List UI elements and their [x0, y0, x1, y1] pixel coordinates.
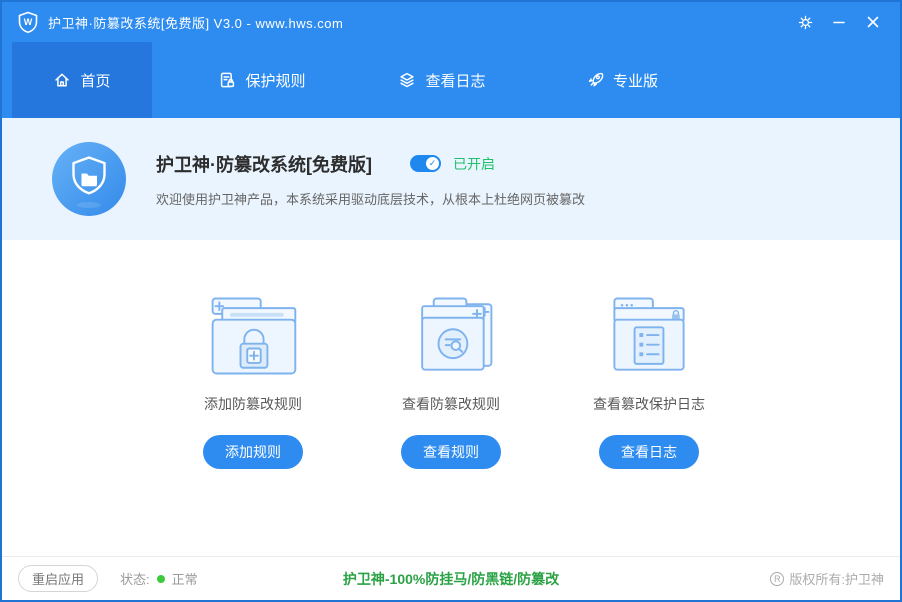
add-rule-button[interactable]: 添加规则	[203, 435, 303, 469]
doc-lock-icon	[218, 71, 236, 89]
restart-app-button[interactable]: 重启应用	[18, 565, 98, 592]
title-bar: W 护卫神·防篡改系统[免费版] V3.0 - www.hws.com	[2, 2, 900, 42]
main-nav: 首页 保护规则 查看日志 专业版	[2, 42, 900, 118]
hero-subtitle: 欢迎使用护卫神产品，本系统采用驱动底层技术，从根本上杜绝网页被篡改	[156, 189, 585, 208]
tab-view-logs[interactable]: 查看日志	[372, 42, 512, 118]
folder-add-lock-icon	[203, 290, 303, 382]
card-add-rule: 添加防篡改规则 添加规则	[173, 290, 333, 556]
copyright: R 版权所有:护卫神	[770, 569, 884, 588]
tab-home[interactable]: 首页	[12, 42, 152, 118]
main-content: 添加防篡改规则 添加规则	[2, 240, 900, 556]
status-indicator: 状态: 正常	[120, 569, 198, 588]
status-dot-icon	[157, 575, 165, 583]
toggle-state-label: 已开启	[453, 154, 495, 174]
card-view-rules-label: 查看防篡改规则	[402, 394, 500, 414]
status-bar: 重启应用 状态: 正常 护卫神-100%防挂马/防黑链/防篡改 R 版权所有:护…	[2, 556, 900, 600]
window-title: 护卫神·防篡改系统[免费版] V3.0 - www.hws.com	[48, 13, 343, 32]
card-view-rules: 查看防篡改规则 查看规则	[371, 290, 531, 556]
view-log-button[interactable]: 查看日志	[599, 435, 699, 469]
rocket-icon	[586, 71, 604, 89]
minimize-icon[interactable]	[822, 8, 856, 36]
tab-home-label: 首页	[80, 70, 110, 91]
tab-pro-version-label: 专业版	[613, 70, 658, 91]
folder-search-icon	[401, 290, 501, 382]
layers-icon	[398, 71, 416, 89]
tab-protection-rules[interactable]: 保护规则	[192, 42, 332, 118]
toggle-check-icon: ✓	[426, 157, 439, 170]
settings-gear-icon[interactable]	[788, 8, 822, 36]
hero-title: 护卫神·防篡改系统[免费版]	[156, 151, 372, 177]
protection-toggle[interactable]: ✓	[410, 155, 441, 172]
view-rules-button[interactable]: 查看规则	[401, 435, 501, 469]
close-icon[interactable]	[856, 8, 890, 36]
status-label: 状态:	[120, 569, 150, 588]
card-view-log: 查看篡改保护日志 查看日志	[569, 290, 729, 556]
registered-mark-icon: R	[770, 572, 784, 586]
copyright-text: 版权所有:护卫神	[789, 569, 884, 588]
tab-pro-version[interactable]: 专业版	[552, 42, 692, 118]
app-window: W 护卫神·防篡改系统[免费版] V3.0 - www.hws.com	[0, 0, 902, 602]
svg-text:W: W	[24, 17, 33, 27]
action-cards: 添加防篡改规则 添加规则	[173, 290, 729, 556]
status-value: 正常	[172, 569, 198, 588]
shield-folder-avatar-icon	[52, 142, 126, 216]
card-add-rule-label: 添加防篡改规则	[204, 394, 302, 414]
tab-protection-rules-label: 保护规则	[245, 70, 305, 91]
tab-view-logs-label: 查看日志	[425, 70, 485, 91]
home-icon	[53, 71, 71, 89]
app-logo-shield-icon: W	[16, 10, 40, 34]
card-view-log-label: 查看篡改保护日志	[593, 394, 705, 414]
hero-banner: 护卫神·防篡改系统[免费版] ✓ 已开启 欢迎使用护卫神产品，本系统采用驱动底层…	[2, 118, 900, 240]
folder-log-icon	[599, 290, 699, 382]
